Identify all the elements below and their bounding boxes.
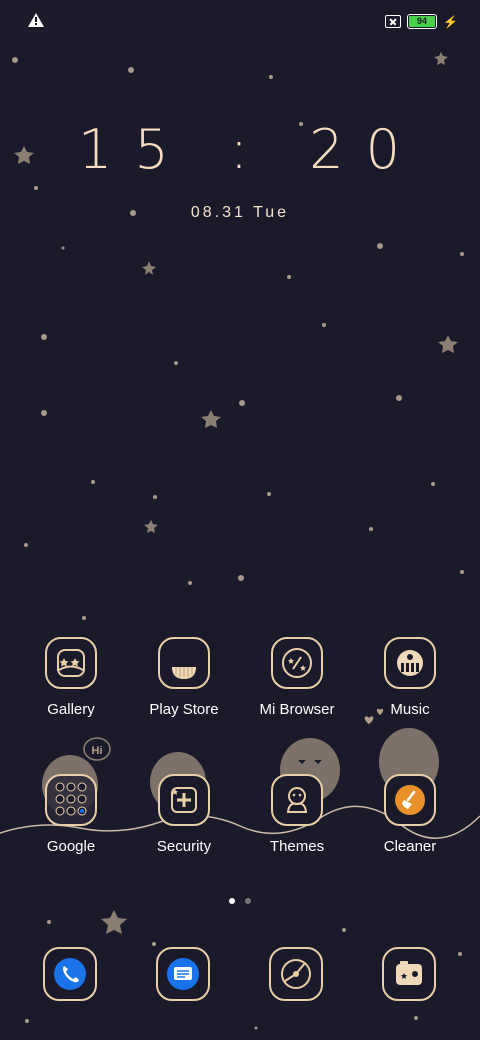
app-google-folder[interactable]: Google [15, 774, 127, 855]
battery-level: 94 [417, 16, 428, 26]
status-bar: 94 ⚡ [0, 0, 480, 44]
app-themes[interactable]: Themes [241, 774, 353, 855]
music-icon [384, 637, 436, 689]
app-play-store[interactable]: Play Store [128, 637, 240, 718]
app-label: Mi Browser [259, 701, 335, 718]
play-store-icon [158, 637, 210, 689]
no-sim-icon [385, 15, 402, 28]
page-indicator [0, 898, 480, 904]
app-cleaner[interactable]: Cleaner [354, 774, 466, 855]
page-dot-2[interactable] [245, 898, 251, 904]
app-label: Cleaner [383, 838, 437, 855]
themes-icon [271, 774, 323, 826]
battery-icon: 94 [407, 14, 438, 29]
mi-browser-icon [271, 637, 323, 689]
dock-camera[interactable] [269, 947, 323, 1001]
clock-time[interactable]: 15 : 20 [0, 118, 480, 181]
dock-photos[interactable] [382, 947, 436, 1001]
security-icon [158, 774, 210, 826]
messages-icon [167, 958, 199, 990]
gallery-icon [45, 637, 97, 689]
app-mi-browser[interactable]: Mi Browser [241, 637, 353, 718]
photos-icon [396, 961, 422, 985]
cleaner-icon [384, 774, 436, 826]
phone-icon [54, 958, 86, 990]
app-gallery[interactable]: Gallery [15, 637, 127, 718]
page-dot-1[interactable] [229, 898, 235, 904]
app-label: Gallery [47, 701, 95, 718]
app-label: Security [156, 838, 212, 855]
app-label: Play Store [149, 701, 219, 718]
warning-icon [28, 13, 44, 27]
app-label: Themes [269, 838, 325, 855]
app-security[interactable]: Security [128, 774, 240, 855]
dock-messages[interactable] [156, 947, 210, 1001]
google-folder-icon [45, 774, 97, 826]
hi-bubble-text: Hi [92, 745, 103, 757]
app-music[interactable]: Music [354, 637, 466, 718]
clock-date: 08.31 Tue [190, 204, 290, 221]
app-label: Google [46, 838, 96, 855]
dock-phone[interactable] [43, 947, 97, 1001]
app-label: Music [390, 701, 430, 718]
charging-icon: ⚡ [443, 14, 458, 29]
camera-icon [281, 959, 311, 989]
